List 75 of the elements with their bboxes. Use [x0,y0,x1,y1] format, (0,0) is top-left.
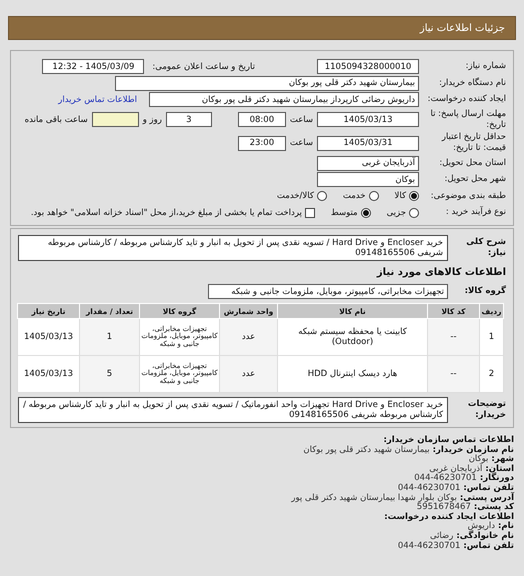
field-label: توضیحات خریدار: [466,399,506,421]
page-title: جزئیات اطلاعات نیاز [420,22,505,34]
contact-label: دورنگار: [480,474,514,484]
contact-label: آدرس پستی: [460,494,514,503]
treasury-checkbox[interactable]: پرداخت تمام یا بخشی از مبلغ خرید،از محل "اسناد خزانه اسلامی" خواهد بود. [30,208,315,218]
field-label: گروه کالا: [464,286,506,297]
contact-value: 044-46230701 [398,484,460,494]
field-label: نام دستگاه خریدار: [438,78,506,88]
contact-label: شهر: [491,455,514,464]
contact-label: استان: [485,464,514,474]
need-number-field[interactable]: 1105094328000010 [317,59,419,74]
buyer-org-field[interactable]: بیمارستان شهید دکتر قلی پور بوکان [115,76,419,90]
contact-label: نام خانوادگی: [456,532,514,542]
field-label: حداقل تاریخ اعتبار قیمت: تا تاریخ: [440,132,506,154]
contact-label: نام سازمان خریدار: [432,446,514,455]
field-label: طبقه بندی موضوعی: [430,190,506,202]
validity-date-field[interactable]: 1405/03/31 [317,136,419,150]
contact-value: رضائی [430,532,454,542]
table-cell: -- [428,318,480,356]
radio-option[interactable]: متوسط [330,208,371,218]
buyer-notes-text: خرید Encloser و Hard Drive تجهیزات واحد انفورماتیک / تسویه نقدی پس از تحویل به انبار و تاید کارشناس مربوطه / کارشناس مربوطه شریفی 09148165506 [18,397,448,423]
group-field[interactable]: تجهیزات مخابراتی، کامپیوتر، موبایل، ملزومات جانبی و شبکه [208,284,448,299]
deadline-date-field[interactable]: 1405/03/13 [317,112,419,127]
radio-option[interactable]: خدمت [342,191,379,201]
contact-label: تلفن تماس: [463,484,514,493]
contact-value: 044-46230701 [414,474,477,484]
table-cell: -- [428,356,480,392]
table-cell: 5 [80,356,140,392]
table-cell: 1405/03/13 [18,318,80,356]
table-cell: 1 [480,318,504,356]
remaining-hours-field[interactable] [92,112,139,127]
field-label: ساعت [290,114,313,124]
validity-time-field[interactable]: 23:00 [238,136,286,150]
summary-text: خرید Encloser و Hard Drive / تسویه نقدی پس از تحویل به انبار و تاید کارشناس مربوطه / کارشناس مربوطه شریفی 09148165506 [18,235,448,261]
field-label: ساعت [290,138,313,148]
table-cell: 2 [480,356,504,392]
field-label: شهر محل تحویل: [443,174,506,185]
contact-value: 5951678467 [416,503,471,512]
radio-option[interactable]: کالا/خدمت [276,191,327,201]
field-label: تاریخ و ساعت اعلان عمومی: [152,62,255,72]
contact-value: داریوش [468,522,495,532]
contact-heading: اطلاعات تماس سازمان خریدار: [384,436,514,446]
contact-label: نام: [498,522,514,532]
contact-label: تلفن تماس: [463,542,514,552]
contact-link[interactable]: اطلاعات تماس خریدار [58,94,137,104]
announce-date-field[interactable]: 1405/03/09 - 12:32 [42,59,144,74]
field-label: شرح کلی نیاز: [465,237,506,259]
section-title: اطلاعات کالاهای مورد نیاز [376,267,506,278]
field-label: شماره نیاز: [464,61,506,72]
field-label: روز و [142,114,162,124]
radio-option[interactable]: کالا [394,191,419,201]
contact-heading: اطلاعات ایجاد کننده درخواست: [384,512,514,522]
province-field[interactable]: آذربایجان غربی [317,156,419,170]
field-label: ساعت باقی مانده [24,114,88,124]
deadline-time-field[interactable]: 08:00 [238,112,286,127]
contact-value: بوکان بلوار شهدا بیمارستان شهید دکتر قلی پور [291,494,457,503]
requester-field[interactable]: داریوش رضائی کارپرداز بیمارستان شهید دکتر قلی پور بوکان [149,92,419,107]
radio-option[interactable]: جزیی [386,208,419,218]
table-cell: 1405/03/13 [18,356,80,392]
contact-value: آذربایجان غربی [429,464,482,474]
field-label: استان محل تحویل: [438,158,506,168]
contact-value: بوکان [468,455,488,464]
table-cell: کابینت یا محفظه سیستم شبکه (Outdoor) [278,318,428,356]
city-field[interactable]: بوکان [317,172,419,187]
table-cell: عدد [220,318,278,356]
table-cell: هارد دیسک اینترنال HDD [278,356,428,392]
days-field[interactable]: 3 [166,112,212,127]
contact-value: بیمارستان شهید دکتر قلی پور بوکان [303,446,430,456]
contact-label: کد پستی: [474,503,514,512]
contact-value: 044-46230701 [398,542,460,552]
field-label: نوع فرآیند خرید : [444,207,506,218]
field-label: ایجاد کننده درخواست: [426,94,506,105]
table-cell: عدد [220,356,278,392]
field-label: مهلت ارسال پاسخ: تا تاریخ: [430,108,506,130]
table-cell: 1 [80,318,140,356]
